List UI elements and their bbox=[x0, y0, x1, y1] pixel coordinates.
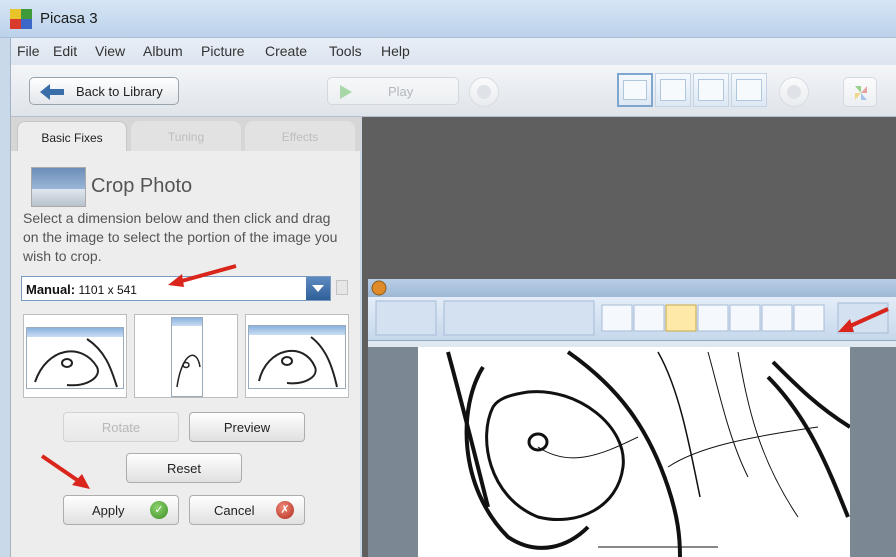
dimension-label: Manual: bbox=[26, 282, 76, 297]
word-ribbon bbox=[368, 297, 896, 341]
menu-view[interactable]: View bbox=[95, 43, 125, 59]
thumb-document bbox=[171, 317, 203, 397]
next-photo-button[interactable] bbox=[779, 77, 809, 107]
annotation-arrow-icon bbox=[168, 264, 237, 287]
previous-photo-button[interactable] bbox=[469, 77, 499, 107]
tab-basic-fixes[interactable]: Basic Fixes bbox=[17, 121, 127, 151]
play-button-label: Play bbox=[388, 84, 414, 99]
preview-button[interactable]: Preview bbox=[189, 412, 305, 442]
photo-being-edited[interactable] bbox=[368, 279, 896, 557]
menu-edit[interactable]: Edit bbox=[53, 43, 77, 59]
crop-preview-thumbnail[interactable] bbox=[23, 314, 127, 398]
apply-button[interactable]: Apply ✓ bbox=[63, 495, 179, 525]
menu-picture[interactable]: Picture bbox=[201, 43, 245, 59]
view-mode-grid[interactable] bbox=[693, 73, 729, 107]
view-mode-compare[interactable] bbox=[655, 73, 691, 107]
apply-button-label: Apply bbox=[92, 503, 125, 518]
menu-album[interactable]: Album bbox=[143, 43, 183, 59]
play-button[interactable]: Play bbox=[327, 77, 459, 105]
toolbar: Back to Library Play bbox=[10, 65, 896, 117]
view-mode-fullscreen[interactable] bbox=[731, 73, 767, 107]
checkmark-icon: ✓ bbox=[150, 501, 168, 519]
tab-strip: Basic Fixes Tuning Effects bbox=[11, 117, 361, 151]
document-page bbox=[418, 347, 852, 557]
play-icon bbox=[340, 85, 352, 99]
back-to-library-button[interactable]: Back to Library bbox=[29, 77, 179, 105]
tab-effects[interactable]: Effects bbox=[245, 121, 355, 151]
crop-instructions: Select a dimension below and then click … bbox=[23, 210, 338, 264]
menu-create[interactable]: Create bbox=[265, 43, 307, 59]
thumb-document bbox=[26, 327, 124, 389]
view-mode-single[interactable] bbox=[617, 73, 653, 107]
cancel-button[interactable]: Cancel ✗ bbox=[189, 495, 305, 525]
office-orb-icon bbox=[371, 280, 387, 296]
thumb-ribbon bbox=[27, 328, 123, 337]
back-arrow-icon bbox=[40, 84, 64, 100]
dimension-value: 1101 x 541 bbox=[78, 283, 137, 297]
previous-arrow-icon bbox=[477, 85, 491, 99]
thumb-document bbox=[248, 325, 346, 389]
next-arrow-icon bbox=[787, 85, 801, 99]
menu-help[interactable]: Help bbox=[381, 43, 410, 59]
view-mode-icon bbox=[736, 79, 762, 101]
crop-preview-thumbnail[interactable] bbox=[245, 314, 349, 398]
view-mode-icon bbox=[698, 79, 724, 101]
menu-file[interactable]: File bbox=[17, 43, 40, 59]
close-icon: ✗ bbox=[276, 501, 294, 519]
thumb-ribbon bbox=[172, 318, 202, 326]
annotation-arrow-icon bbox=[40, 454, 90, 489]
rotate-button[interactable]: Rotate bbox=[63, 412, 179, 442]
cancel-button-label: Cancel bbox=[214, 503, 255, 518]
thumb-map bbox=[34, 338, 118, 388]
title-bar: Picasa 3 bbox=[0, 0, 896, 38]
reset-button[interactable]: Reset bbox=[126, 453, 242, 483]
menu-bar: File Edit View Album Picture Create Tool… bbox=[10, 38, 896, 65]
ribbon-controls bbox=[375, 300, 889, 336]
crop-photo-title: Crop Photo bbox=[91, 175, 193, 197]
thumb-ribbon bbox=[249, 326, 345, 335]
annotation-arrow-icon bbox=[838, 307, 889, 332]
pinwheel-button[interactable] bbox=[843, 77, 877, 107]
menu-tools[interactable]: Tools bbox=[329, 43, 362, 59]
back-button-label: Back to Library bbox=[76, 84, 163, 99]
dimension-text: Manual: 1101 x 541 bbox=[26, 282, 137, 297]
crop-preview-thumbnail[interactable] bbox=[134, 314, 238, 398]
window-title: Picasa 3 bbox=[40, 10, 98, 27]
trash-icon[interactable] bbox=[336, 280, 348, 295]
chevron-down-icon[interactable] bbox=[306, 277, 330, 300]
thumb-map bbox=[258, 336, 338, 388]
word-window-titlebar bbox=[368, 279, 896, 297]
historical-map bbox=[446, 350, 852, 557]
tab-tuning[interactable]: Tuning bbox=[131, 121, 241, 151]
picasa-app-icon bbox=[10, 9, 32, 29]
crop-photo-icon bbox=[31, 167, 86, 207]
view-mode-icon bbox=[660, 79, 686, 101]
thumb-map bbox=[176, 354, 201, 388]
pinwheel-icon bbox=[855, 86, 867, 100]
view-mode-icon bbox=[623, 80, 647, 100]
